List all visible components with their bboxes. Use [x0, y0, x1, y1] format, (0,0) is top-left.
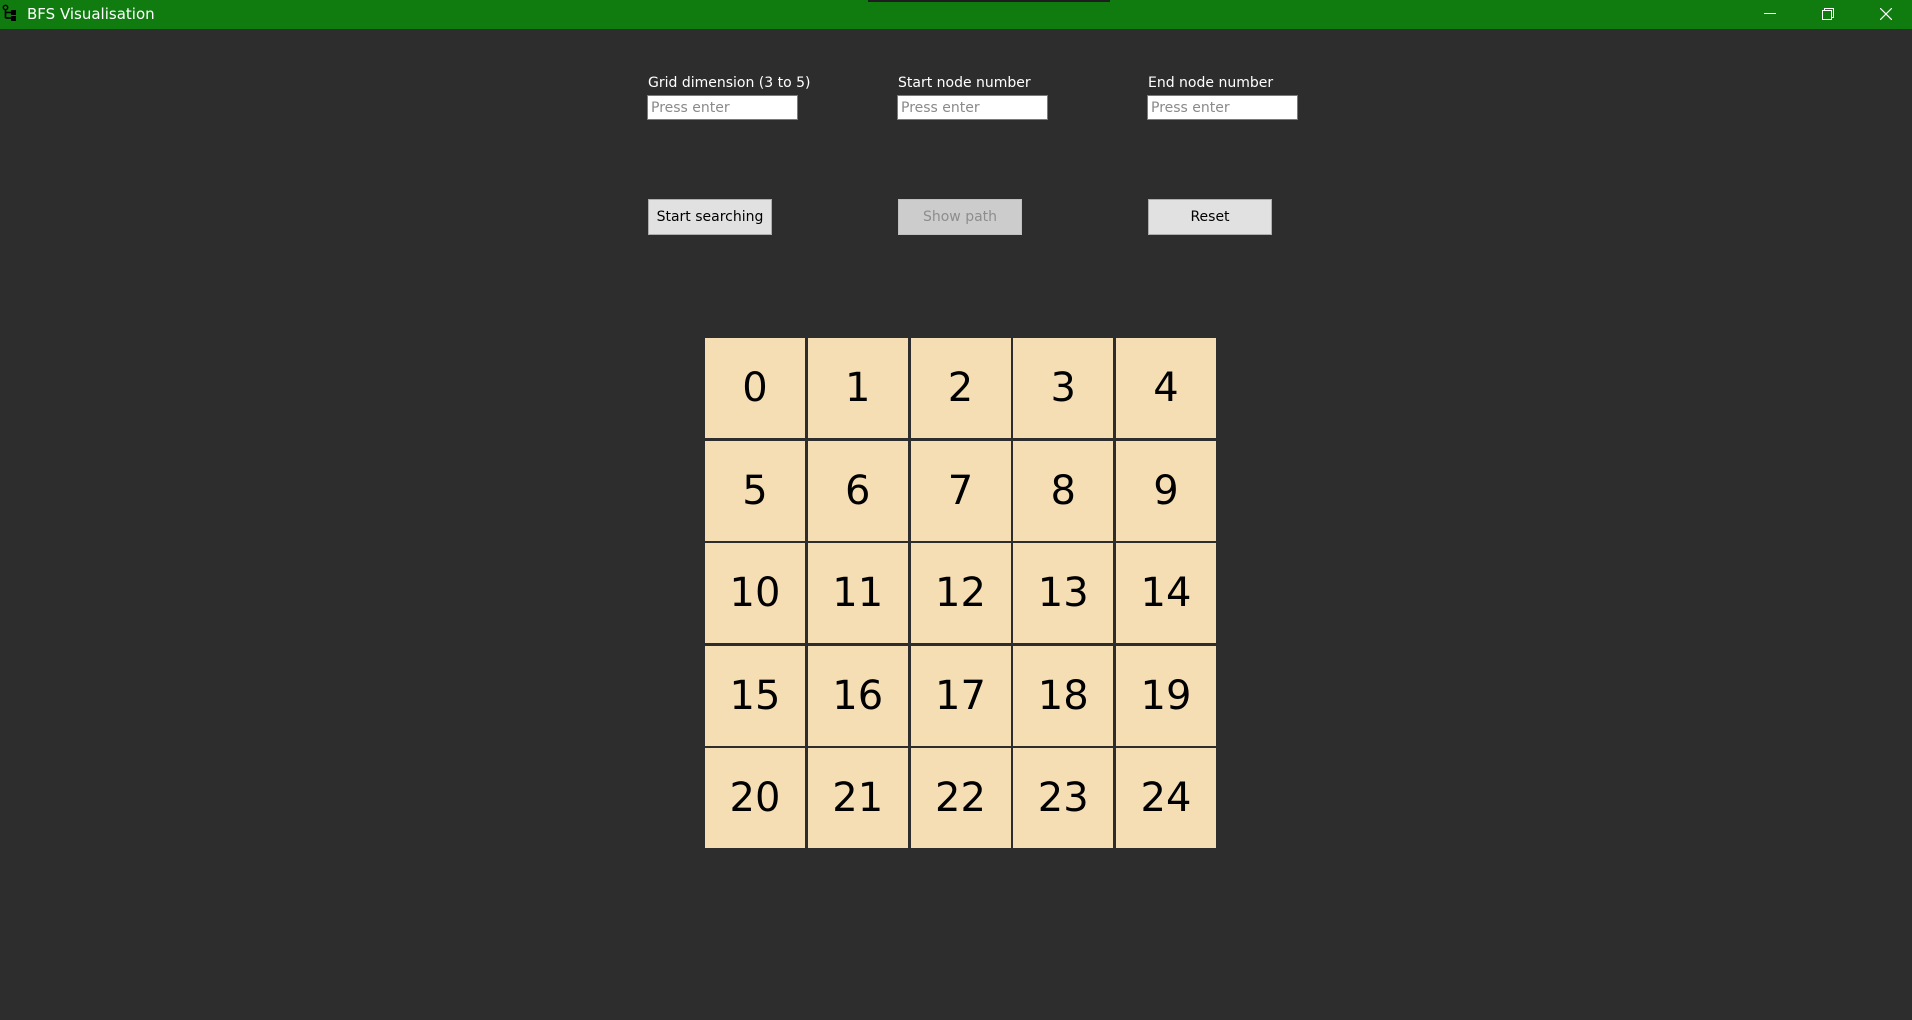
close-button[interactable]	[1857, 0, 1912, 29]
grid-node[interactable]: 3	[1013, 338, 1114, 438]
window-title: BFS Visualisation	[27, 5, 155, 23]
start-node-input[interactable]	[897, 95, 1048, 120]
grid-node[interactable]: 5	[705, 440, 805, 541]
minimize-icon	[1764, 13, 1776, 14]
end-node-label: End node number	[1148, 75, 1274, 91]
grid-node[interactable]: 4	[1116, 338, 1216, 438]
grid-node[interactable]: 19	[1116, 645, 1216, 746]
grid-node[interactable]: 10	[705, 543, 805, 643]
grid-node[interactable]: 23	[1013, 748, 1114, 848]
app-icon	[2, 4, 22, 24]
grid-node[interactable]: 13	[1013, 543, 1114, 643]
grid-node[interactable]: 22	[910, 748, 1011, 848]
grid-node[interactable]: 14	[1116, 543, 1216, 643]
minimize-button[interactable]	[1741, 0, 1799, 29]
start-searching-button[interactable]: Start searching	[648, 199, 772, 235]
node-grid: 0 1 2 3 4 5 6 7 8 9 10 11 12 13 14 15 16…	[705, 338, 1216, 848]
grid-node[interactable]: 17	[910, 645, 1011, 746]
drag-strip	[868, 0, 1110, 2]
grid-node[interactable]: 2	[910, 338, 1011, 438]
grid-node[interactable]: 15	[705, 645, 805, 746]
grid-node[interactable]: 7	[910, 440, 1011, 541]
restore-button[interactable]	[1799, 0, 1857, 29]
grid-node[interactable]: 1	[807, 338, 908, 438]
grid-node[interactable]: 11	[807, 543, 908, 643]
close-icon	[1880, 8, 1892, 20]
grid-dimension-label: Grid dimension (3 to 5)	[648, 75, 811, 91]
grid-node[interactable]: 0	[705, 338, 805, 438]
grid-node[interactable]: 21	[807, 748, 908, 848]
reset-button[interactable]: Reset	[1148, 199, 1272, 235]
grid-node[interactable]: 18	[1013, 645, 1114, 746]
grid-node[interactable]: 9	[1116, 440, 1216, 541]
end-node-input[interactable]	[1147, 95, 1298, 120]
grid-node[interactable]: 16	[807, 645, 908, 746]
grid-node[interactable]: 24	[1116, 748, 1216, 848]
title-bar: BFS Visualisation	[0, 0, 1912, 29]
start-node-label: Start node number	[898, 75, 1031, 91]
show-path-button[interactable]: Show path	[898, 199, 1022, 235]
grid-dimension-input[interactable]	[647, 95, 798, 120]
maximize-icon	[1822, 8, 1834, 20]
grid-node[interactable]: 20	[705, 748, 805, 848]
grid-node[interactable]: 12	[910, 543, 1011, 643]
grid-node[interactable]: 8	[1013, 440, 1114, 541]
grid-node[interactable]: 6	[807, 440, 908, 541]
